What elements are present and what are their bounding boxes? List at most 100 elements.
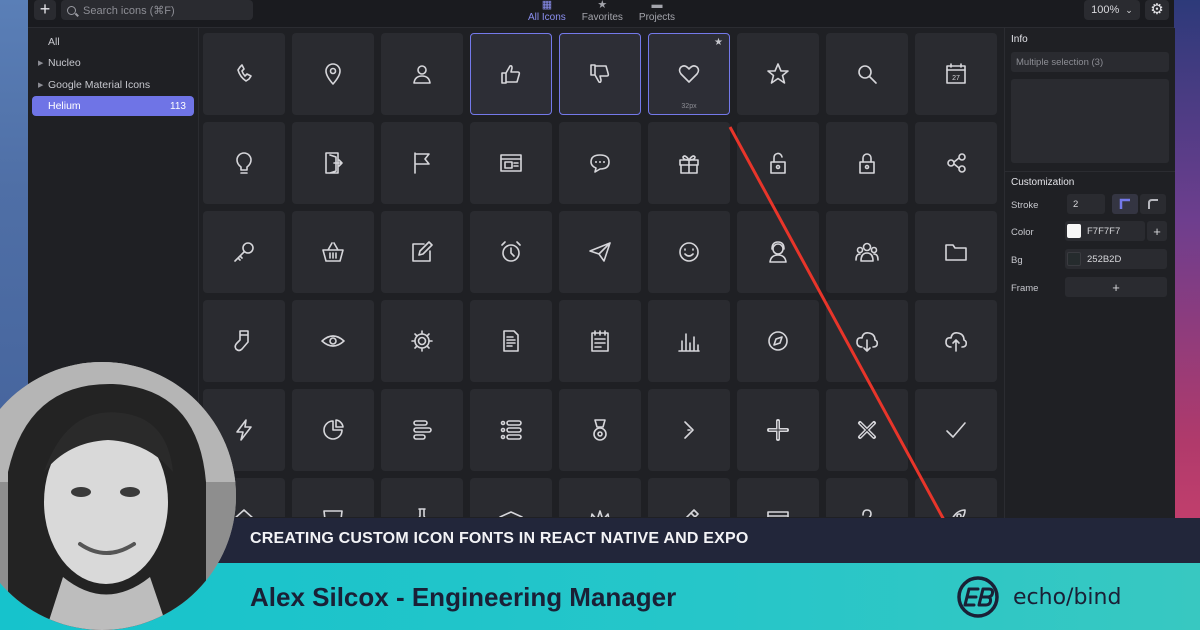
icon-tile[interactable] (292, 122, 374, 204)
icon-tile[interactable] (559, 211, 641, 293)
icon-tile[interactable] (203, 300, 285, 382)
icon-tile[interactable] (648, 478, 730, 517)
icon-tile[interactable] (470, 389, 552, 471)
color-swatch[interactable] (1067, 224, 1081, 238)
icon-tile[interactable] (381, 389, 463, 471)
corner-round-toggle[interactable] (1140, 194, 1166, 214)
icon-tile[interactable] (737, 389, 819, 471)
tab-label: Projects (638, 12, 676, 23)
icon-tile[interactable]: ★ 32px (648, 33, 730, 115)
icon-tile[interactable] (203, 33, 285, 115)
pencil-icon (685, 509, 699, 517)
icon-tile[interactable] (292, 211, 374, 293)
tab-projects[interactable]: ▬ Projects (637, 0, 677, 23)
folder-icon (945, 244, 967, 261)
star-icon: ★ (597, 0, 608, 11)
zoom-dropdown[interactable]: 100% ⌄ (1084, 0, 1140, 20)
icon-tile[interactable] (559, 300, 641, 382)
icon-tile[interactable] (915, 478, 997, 517)
key-icon (234, 242, 254, 262)
icon-tile[interactable] (826, 33, 908, 115)
icon-tile[interactable] (292, 478, 374, 517)
icon-tile[interactable] (826, 122, 908, 204)
icon-tile[interactable] (559, 33, 641, 115)
icon-tile[interactable] (648, 389, 730, 471)
folder-icon: ▬ (651, 0, 663, 11)
icon-tile[interactable] (915, 122, 997, 204)
notepad-icon (591, 330, 609, 352)
icon-tile[interactable] (203, 122, 285, 204)
stroke-value: 2 (1073, 198, 1079, 210)
icon-tile[interactable] (737, 300, 819, 382)
bg-swatch[interactable] (1067, 252, 1081, 266)
search-input[interactable]: Search icons (⌘F) (61, 0, 253, 20)
icon-tile[interactable] (826, 300, 908, 382)
tab-all-icons[interactable]: ▦ All Icons (526, 0, 568, 23)
add-button[interactable]: + (34, 0, 56, 20)
icon-tile[interactable] (737, 122, 819, 204)
location-pin-icon (325, 63, 341, 85)
sidebar-item-all[interactable]: All (32, 32, 194, 52)
sidebar-item-helium[interactable]: Helium 113 (32, 96, 194, 116)
icon-tile[interactable] (559, 122, 641, 204)
tab-label: Favorites (581, 12, 623, 23)
icon-tile[interactable] (648, 122, 730, 204)
icon-tile[interactable] (826, 211, 908, 293)
sidebar-item-google-material-icons[interactable]: ▶ Google Material Icons (32, 75, 194, 95)
color-input[interactable]: F7F7F7 (1065, 221, 1145, 241)
icon-tile[interactable] (559, 389, 641, 471)
icon-tile[interactable] (292, 300, 374, 382)
icon-tile[interactable] (915, 300, 997, 382)
icon-tile[interactable] (648, 211, 730, 293)
icon-tile[interactable]: 27 (915, 33, 997, 115)
icon-tile[interactable] (381, 478, 463, 517)
icon-tile[interactable] (381, 122, 463, 204)
lightning-icon (236, 419, 252, 441)
icon-tile[interactable] (470, 300, 552, 382)
corner-square-toggle[interactable] (1112, 194, 1138, 214)
settings-button[interactable]: ⚙ (1145, 0, 1169, 20)
icon-tile[interactable] (470, 211, 552, 293)
add-color-button[interactable]: + (1147, 221, 1167, 241)
favorite-star-icon[interactable]: ★ (714, 37, 723, 48)
icon-tile[interactable] (203, 211, 285, 293)
icon-tile[interactable] (381, 300, 463, 382)
stroke-input[interactable]: 2 (1067, 194, 1105, 214)
sidebar-item-nucleo[interactable]: ▶ Nucleo (32, 53, 194, 73)
add-frame-button[interactable]: + (1065, 277, 1167, 297)
phone-icon (237, 64, 252, 82)
bg-input[interactable]: 252B2D (1065, 249, 1167, 269)
edit-note-icon (412, 241, 433, 262)
icon-tile[interactable] (826, 389, 908, 471)
check-icon (946, 422, 966, 438)
unlock-icon (770, 152, 786, 174)
icon-tile[interactable] (470, 478, 552, 517)
icon-tile[interactable] (470, 33, 552, 115)
icon-tile[interactable] (559, 478, 641, 517)
icon-tile[interactable] (292, 389, 374, 471)
icon-tile[interactable] (737, 211, 819, 293)
search-placeholder: Search icons (⌘F) (83, 4, 175, 17)
expand-arrow-icon[interactable]: ▶ (38, 81, 43, 89)
info-selection-field: Multiple selection (3) (1011, 52, 1169, 72)
brand-name: echo/bind (1013, 584, 1122, 610)
icon-tile[interactable] (381, 211, 463, 293)
icon-tile[interactable] (470, 122, 552, 204)
icon-tile[interactable] (381, 33, 463, 115)
icon-tile[interactable] (826, 478, 908, 517)
color-label: Color (1011, 227, 1034, 238)
icon-tile[interactable] (915, 211, 997, 293)
expand-arrow-icon[interactable]: ▶ (38, 59, 43, 67)
tab-favorites[interactable]: ★ Favorites (580, 0, 625, 23)
icon-tile[interactable] (648, 300, 730, 382)
icon-tile[interactable] (915, 389, 997, 471)
echobind-logo-icon (957, 576, 999, 618)
sidebar-item-label: All (48, 36, 60, 48)
close-icon (858, 421, 876, 439)
icon-tile[interactable] (737, 478, 819, 517)
alarm-clock-icon (501, 241, 521, 262)
pie-chart-icon (323, 419, 344, 440)
icon-tile[interactable] (737, 33, 819, 115)
icon-tile[interactable] (292, 33, 374, 115)
sidebar-item-count: 113 (170, 100, 186, 112)
